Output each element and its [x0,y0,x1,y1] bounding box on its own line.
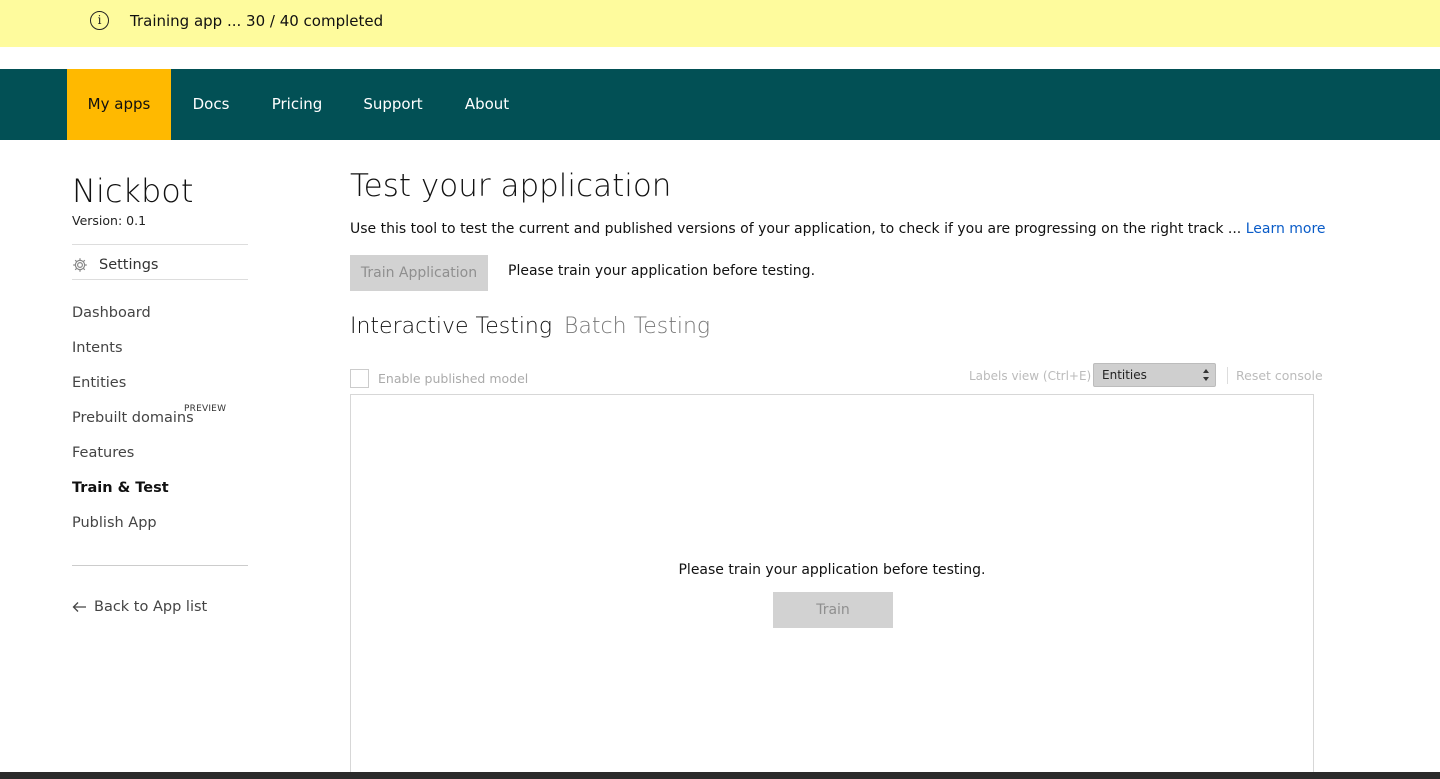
nav-pricing[interactable]: Pricing [251,69,343,140]
top-navigation: My apps Docs Pricing Support About [0,69,1440,140]
nav-docs[interactable]: Docs [171,69,251,140]
page-title: Test your application [350,168,672,204]
page-description: Use this tool to test the current and pu… [350,221,1326,237]
app-name: Nickbot [72,172,194,210]
chevron-updown-icon [1203,369,1209,381]
sidebar-item-prebuilt-domains[interactable]: Prebuilt domains [72,410,194,426]
labels-view-select-value: Entities [1102,368,1147,382]
sidebar-item-entities[interactable]: Entities [72,375,126,391]
sidebar-item-train-test[interactable]: Train & Test [72,480,169,496]
app-version: Version: 0.1 [72,213,147,228]
banner-text: Training app ... 30 / 40 completed [130,12,384,30]
toolbar-separator [1227,367,1228,384]
bottom-strip [0,772,1440,779]
sidebar-divider [72,565,248,566]
tab-batch-testing[interactable]: Batch Testing [564,314,710,339]
notification-banner: i Training app ... 30 / 40 completed [0,0,1440,47]
preview-badge: PREVIEW [184,404,227,414]
back-label: Back to App list [94,599,208,615]
console-hint: Please train your application before tes… [678,562,986,578]
sidebar-divider [72,279,248,280]
settings-label: Settings [99,257,159,273]
console-train-button[interactable]: Train [773,592,893,628]
sidebar-divider [72,244,248,245]
description-text: Use this tool to test the current and pu… [350,221,1242,237]
labels-view-label: Labels view (Ctrl+E) [969,369,1092,383]
sidebar-item-publish-app[interactable]: Publish App [72,515,157,531]
back-to-app-list-link[interactable]: Back to App list [72,599,207,615]
enable-published-model-checkbox[interactable] [350,369,369,388]
reset-console-link[interactable]: Reset console [1236,368,1323,383]
nav-my-apps[interactable]: My apps [67,69,171,140]
arrow-left-icon [72,602,86,612]
train-hint: Please train your application before tes… [508,263,816,279]
sidebar-item-features[interactable]: Features [72,445,134,461]
labels-view-select[interactable]: Entities [1093,363,1216,387]
enable-published-model-label: Enable published model [378,371,529,386]
nav-about[interactable]: About [443,69,531,140]
gear-icon [73,258,87,272]
sidebar-item-dashboard[interactable]: Dashboard [72,305,151,321]
tab-interactive-testing[interactable]: Interactive Testing [350,314,552,339]
test-console[interactable]: Please train your application before tes… [350,394,1314,779]
info-icon: i [90,11,109,30]
learn-more-link[interactable]: Learn more [1246,221,1326,237]
sidebar-item-intents[interactable]: Intents [72,340,123,356]
nav-support[interactable]: Support [343,69,443,140]
train-application-button[interactable]: Train Application [350,255,488,291]
settings-link[interactable]: Settings [72,252,248,278]
